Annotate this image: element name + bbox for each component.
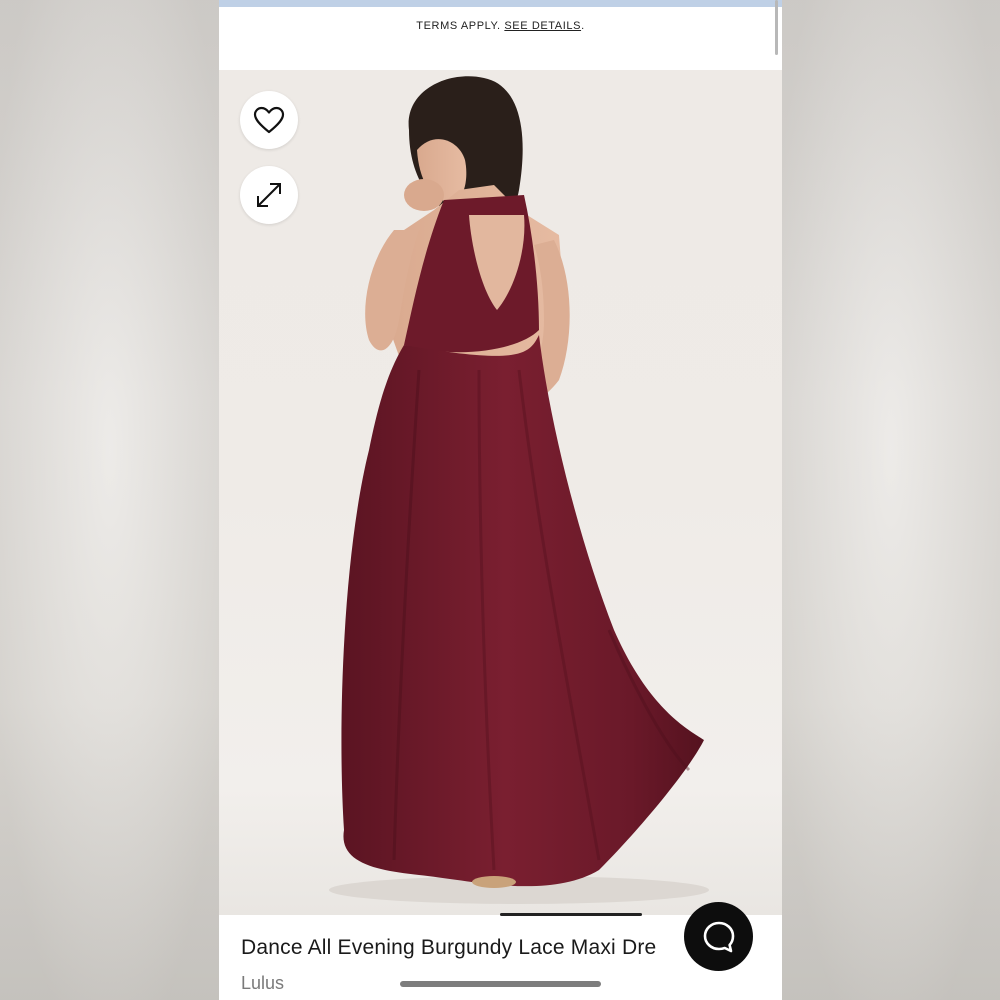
terms-line: TERMS APPLY. SEE DETAILS.	[219, 20, 782, 32]
product-image[interactable]	[219, 70, 782, 915]
carousel-indicator	[500, 913, 642, 916]
phone-screen: TERMS APPLY. SEE DETAILS. Dance All Even…	[219, 0, 782, 1000]
see-details-link[interactable]: SEE DETAILS	[504, 20, 581, 32]
chat-button[interactable]	[684, 902, 753, 971]
home-indicator[interactable]	[400, 981, 601, 987]
expand-image-button[interactable]	[240, 166, 298, 224]
expand-arrows-icon	[257, 183, 281, 207]
product-title: Dance All Evening Burgundy Lace Maxi Dre	[241, 936, 657, 959]
heart-icon	[253, 106, 285, 134]
blurred-background-right	[782, 0, 1000, 1000]
product-photo-illustration	[329, 76, 709, 904]
promo-banner-strip	[219, 0, 782, 7]
favorite-button[interactable]	[240, 91, 298, 149]
product-brand[interactable]: Lulus	[241, 973, 284, 994]
blurred-background-left	[0, 0, 220, 1000]
terms-period: .	[581, 20, 585, 32]
terms-text: TERMS APPLY.	[416, 20, 501, 32]
scrollbar[interactable]	[775, 0, 778, 55]
chat-bubble-icon	[703, 921, 734, 952]
